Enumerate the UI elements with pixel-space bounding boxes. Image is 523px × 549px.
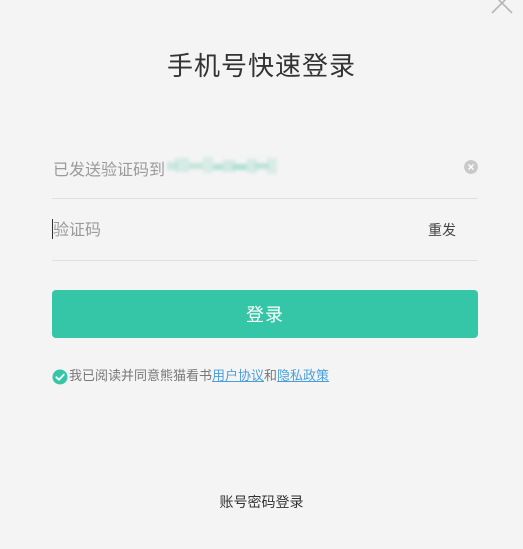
clear-icon[interactable] bbox=[464, 160, 478, 174]
login-dialog: 手机号快速登录 已发送验证码到 重发 登录 bbox=[0, 0, 523, 549]
resend-button[interactable]: 重发 bbox=[428, 220, 456, 240]
verification-code-input[interactable] bbox=[52, 216, 383, 242]
close-icon[interactable] bbox=[489, 0, 515, 16]
masked-phone-number bbox=[167, 154, 277, 178]
password-login-link[interactable]: 账号密码登录 bbox=[220, 495, 304, 511]
agreement-prefix: 我已阅读并同意熊猫看书 bbox=[69, 369, 213, 384]
password-login-row: 账号密码登录 bbox=[0, 492, 523, 512]
code-row: 重发 bbox=[52, 198, 478, 261]
phone-row: 已发送验证码到 bbox=[52, 136, 478, 199]
agreement-text: 我已阅读并同意熊猫看书用户协议和隐私政策 bbox=[69, 369, 329, 385]
check-circle-icon[interactable] bbox=[52, 369, 68, 385]
dialog-title: 手机号快速登录 bbox=[166, 52, 356, 82]
text-caret bbox=[52, 219, 53, 239]
user-agreement-link[interactable]: 用户协议 bbox=[212, 369, 264, 384]
code-sent-text: 已发送验证码到 bbox=[53, 160, 166, 179]
privacy-policy-link[interactable]: 隐私政策 bbox=[277, 369, 329, 384]
agreement-and: 和 bbox=[264, 369, 278, 384]
login-button[interactable]: 登录 bbox=[52, 290, 478, 338]
